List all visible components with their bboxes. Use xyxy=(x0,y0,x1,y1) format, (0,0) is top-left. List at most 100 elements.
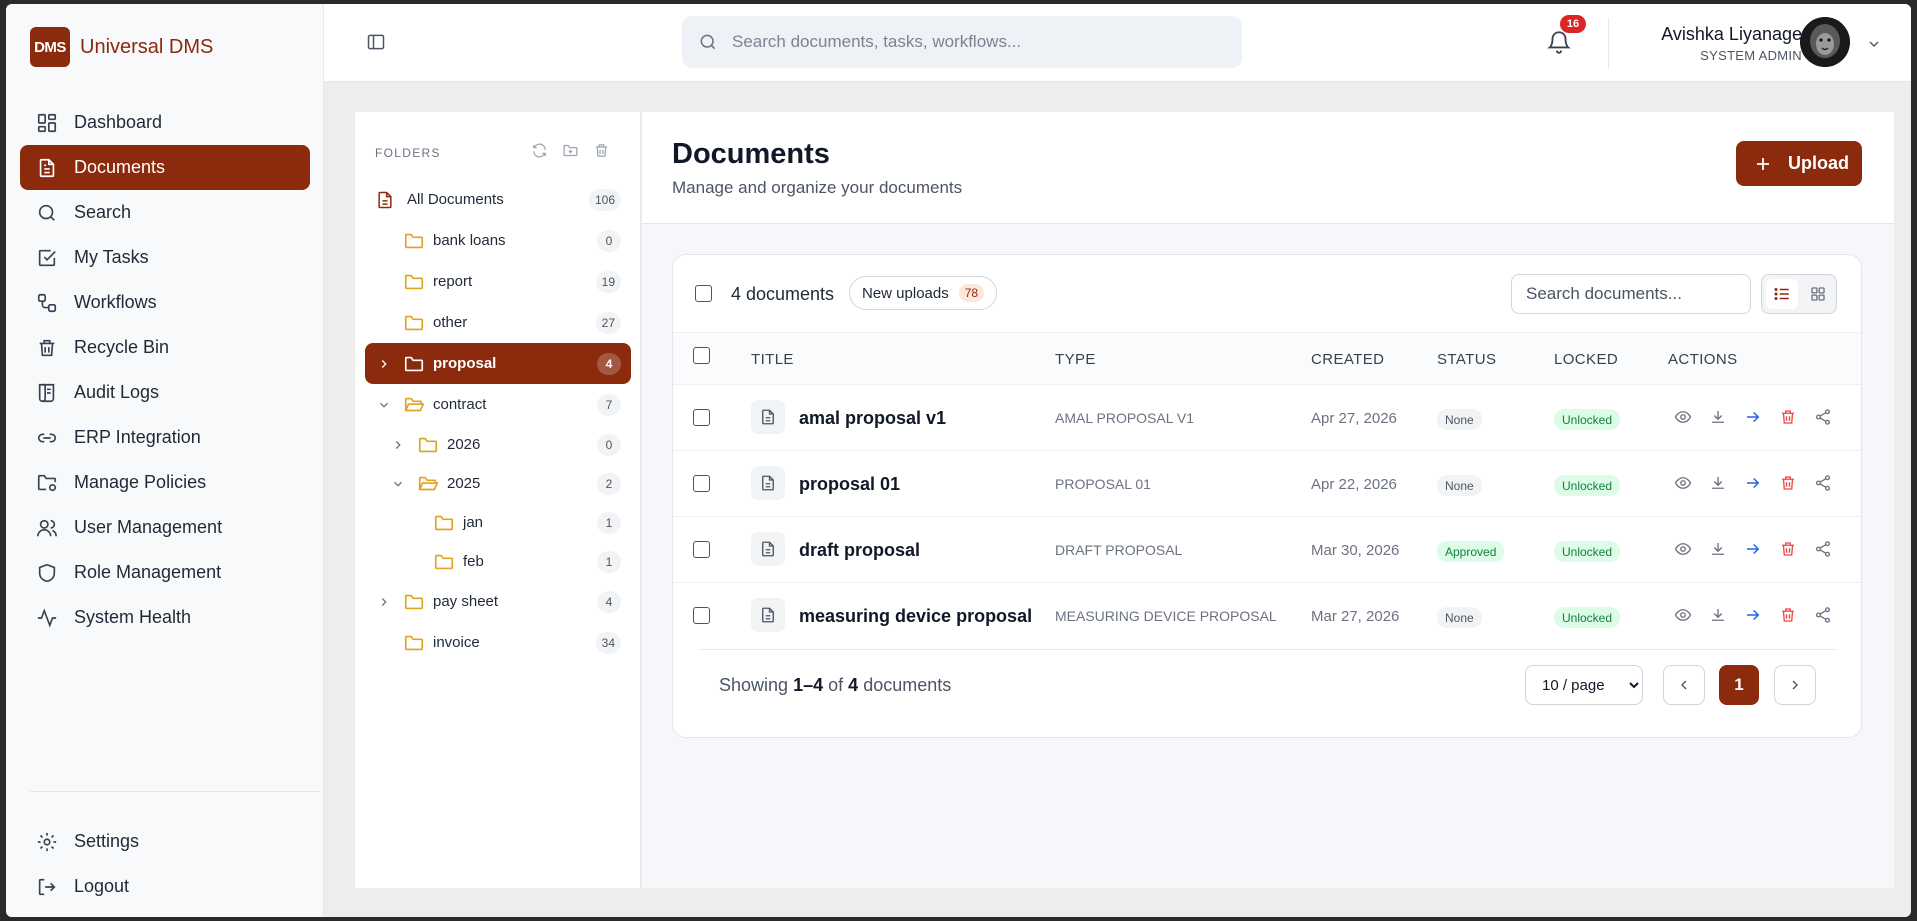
chevron-right-icon[interactable] xyxy=(391,438,405,452)
sidebar-item-search[interactable]: Search xyxy=(20,190,310,235)
folder-actions xyxy=(531,142,610,159)
eye-icon[interactable] xyxy=(1674,408,1692,426)
download-icon[interactable] xyxy=(1709,408,1727,426)
sidebar-item-role-management[interactable]: Role Management xyxy=(20,550,310,595)
document-title[interactable]: proposal 01 xyxy=(799,474,900,495)
eye-icon[interactable] xyxy=(1674,540,1692,558)
table-row[interactable]: measuring device proposal MEASURING DEVI… xyxy=(673,583,1861,649)
upload-button[interactable]: Upload xyxy=(1736,141,1862,186)
list-view-icon[interactable] xyxy=(1766,279,1798,309)
arrow-right-icon[interactable] xyxy=(1744,474,1762,492)
column-header-type[interactable]: TYPE xyxy=(1055,351,1096,368)
page-header: Documents Manage and organize your docum… xyxy=(642,112,1894,224)
row-checkbox[interactable] xyxy=(693,607,710,624)
download-icon[interactable] xyxy=(1709,606,1727,624)
folder-invoice[interactable]: invoice 34 xyxy=(365,622,631,663)
search-icon xyxy=(698,32,718,52)
trash-icon[interactable] xyxy=(1779,474,1797,492)
column-header-locked[interactable]: LOCKED xyxy=(1554,351,1618,368)
folder-all-documents[interactable]: All Documents 106 xyxy=(365,179,631,220)
header-checkbox[interactable] xyxy=(693,347,710,364)
folder-other[interactable]: other 27 xyxy=(365,302,631,343)
sidebar-item-recycle-bin[interactable]: Recycle Bin xyxy=(20,325,310,370)
grid-view-icon[interactable] xyxy=(1802,279,1834,309)
sidebar-item-user-management[interactable]: User Management xyxy=(20,505,310,550)
chevron-down-icon[interactable] xyxy=(377,398,391,412)
download-icon[interactable] xyxy=(1709,474,1727,492)
global-search[interactable] xyxy=(682,16,1242,68)
notification-badge: 16 xyxy=(1560,15,1586,33)
folder-2026[interactable]: 2026 0 xyxy=(365,425,631,464)
avatar[interactable] xyxy=(1800,17,1850,67)
new-folder-icon[interactable] xyxy=(562,142,579,159)
sidebar-item-manage-policies[interactable]: Manage Policies xyxy=(20,460,310,505)
folder-open-icon xyxy=(403,394,425,416)
folder-2025[interactable]: 2025 2 xyxy=(365,464,631,503)
share-icon[interactable] xyxy=(1814,606,1832,624)
trash-icon xyxy=(36,337,58,359)
sidebar-item-workflows[interactable]: Workflows xyxy=(20,280,310,325)
document-title[interactable]: draft proposal xyxy=(799,540,920,561)
sidebar-item-my-tasks[interactable]: My Tasks xyxy=(20,235,310,280)
prev-page-button[interactable] xyxy=(1663,665,1705,705)
eye-icon[interactable] xyxy=(1674,606,1692,624)
sidebar-item-logout[interactable]: Logout xyxy=(20,864,310,909)
document-search-input[interactable] xyxy=(1511,274,1751,314)
trash-icon[interactable] xyxy=(593,142,610,159)
share-icon[interactable] xyxy=(1814,540,1832,558)
per-page-select[interactable]: 10 / page xyxy=(1525,665,1643,705)
refresh-icon[interactable] xyxy=(531,142,548,159)
page-button-current[interactable]: 1 xyxy=(1719,665,1759,705)
share-icon[interactable] xyxy=(1814,474,1832,492)
user-name[interactable]: Avishka Liyanage xyxy=(1642,24,1802,45)
sidebar-item-erp-integration[interactable]: ERP Integration xyxy=(20,415,310,460)
download-icon[interactable] xyxy=(1709,540,1727,558)
chevron-down-icon[interactable] xyxy=(391,477,405,491)
documents-toolbar: 4 documents New uploads 78 xyxy=(673,255,1861,333)
folder-jan[interactable]: jan 1 xyxy=(365,503,631,542)
arrow-right-icon[interactable] xyxy=(1744,540,1762,558)
brand[interactable]: DMS Universal DMS xyxy=(30,27,213,67)
folder-contract[interactable]: contract 7 xyxy=(365,384,631,425)
trash-icon[interactable] xyxy=(1779,606,1797,624)
table-row[interactable]: amal proposal v1 AMAL PROPOSAL V1 Apr 27… xyxy=(673,385,1861,451)
folder-proposal[interactable]: proposal 4 xyxy=(365,343,631,384)
sidebar-item-system-health[interactable]: System Health xyxy=(20,595,310,640)
folder-bank-loans[interactable]: bank loans 0 xyxy=(365,220,631,261)
sidebar-item-documents[interactable]: Documents xyxy=(20,145,310,190)
sidebar-toggle-icon[interactable] xyxy=(366,32,386,52)
folder-pay-sheet[interactable]: pay sheet 4 xyxy=(365,581,631,622)
plus-icon xyxy=(1754,155,1772,173)
folder-icon xyxy=(403,230,425,252)
document-title[interactable]: amal proposal v1 xyxy=(799,408,946,429)
document-title[interactable]: measuring device proposal xyxy=(799,606,1032,627)
trash-icon[interactable] xyxy=(1779,408,1797,426)
folder-report[interactable]: report 19 xyxy=(365,261,631,302)
column-header-status[interactable]: STATUS xyxy=(1437,351,1496,368)
sidebar-item-settings[interactable]: Settings xyxy=(20,819,310,864)
table-row[interactable]: draft proposal DRAFT PROPOSAL Mar 30, 20… xyxy=(673,517,1861,583)
chevron-down-icon[interactable] xyxy=(1866,36,1882,52)
global-search-input[interactable] xyxy=(732,32,1212,52)
column-header-title[interactable]: TITLE xyxy=(751,351,794,368)
row-checkbox[interactable] xyxy=(693,541,710,558)
folder-label: invoice xyxy=(433,634,480,651)
sidebar-item-audit-logs[interactable]: Audit Logs xyxy=(20,370,310,415)
chevron-right-icon[interactable] xyxy=(377,595,391,609)
eye-icon[interactable] xyxy=(1674,474,1692,492)
new-uploads-chip[interactable]: New uploads 78 xyxy=(849,276,998,310)
arrow-right-icon[interactable] xyxy=(1744,408,1762,426)
row-checkbox[interactable] xyxy=(693,475,710,492)
arrow-right-icon[interactable] xyxy=(1744,606,1762,624)
next-page-button[interactable] xyxy=(1774,665,1816,705)
sidebar-item-dashboard[interactable]: Dashboard xyxy=(20,100,310,145)
share-icon[interactable] xyxy=(1814,408,1832,426)
column-header-created[interactable]: CREATED xyxy=(1311,351,1384,368)
row-checkbox[interactable] xyxy=(693,409,710,426)
select-all-checkbox[interactable] xyxy=(695,285,712,302)
folder-feb[interactable]: feb 1 xyxy=(365,542,631,581)
users-icon xyxy=(36,517,58,539)
table-row[interactable]: proposal 01 PROPOSAL 01 Apr 22, 2026 Non… xyxy=(673,451,1861,517)
trash-icon[interactable] xyxy=(1779,540,1797,558)
chevron-right-icon[interactable] xyxy=(377,357,391,371)
